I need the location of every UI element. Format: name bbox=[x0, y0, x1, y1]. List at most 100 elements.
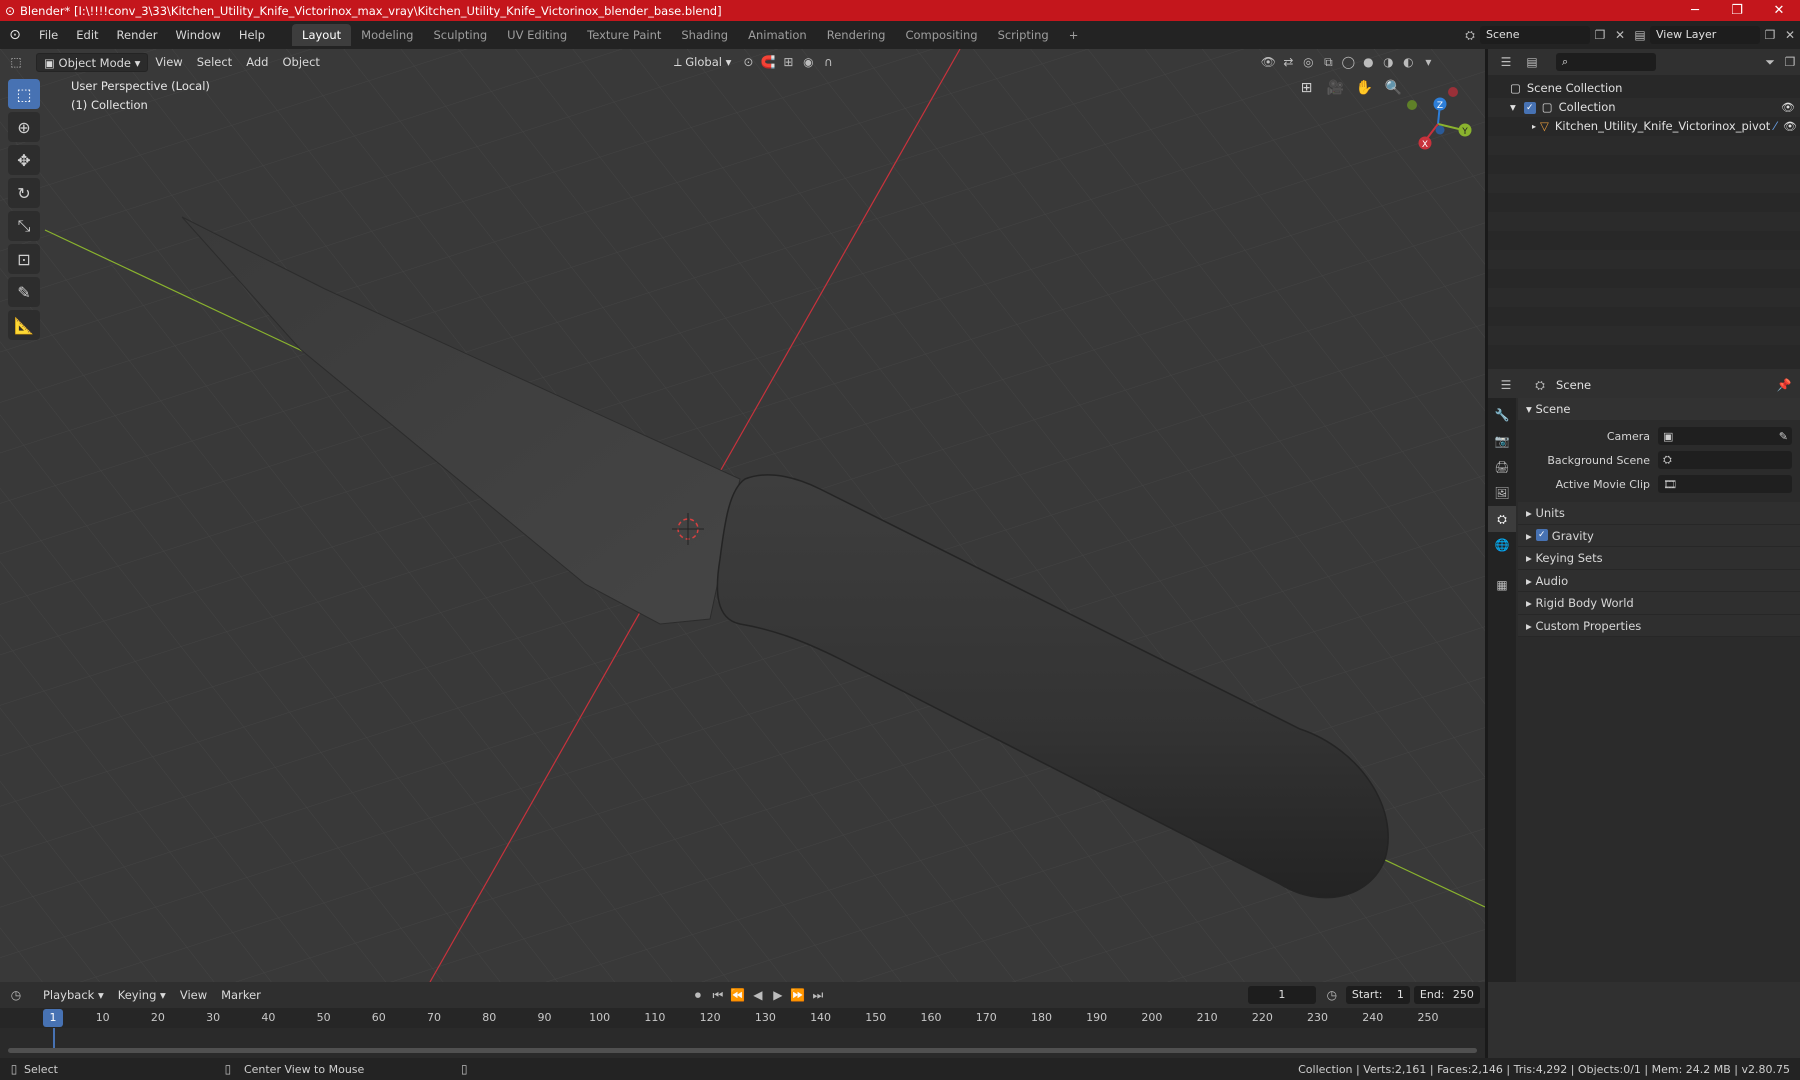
annotate-tool-icon[interactable]: ✎ bbox=[8, 277, 40, 307]
next-keyframe-icon[interactable]: ⏩ bbox=[788, 988, 808, 1002]
pivot-point-icon[interactable]: ⊙ bbox=[738, 55, 758, 69]
editor-type-icon[interactable]: ⬚ bbox=[6, 55, 26, 69]
transform-tool-icon[interactable]: ⊡ bbox=[8, 244, 40, 274]
pan-view-icon[interactable]: ✋ bbox=[1350, 80, 1379, 96]
viewport-menu-select[interactable]: Select bbox=[190, 53, 239, 72]
tab-shading[interactable]: Shading bbox=[671, 24, 738, 46]
jump-end-icon[interactable]: ⏭ bbox=[808, 988, 828, 1003]
keying-menu[interactable]: Keying ▾ bbox=[111, 986, 173, 1005]
tab-rendering[interactable]: Rendering bbox=[817, 24, 896, 46]
add-workspace-button[interactable]: + bbox=[1059, 24, 1089, 46]
current-frame-field[interactable]: 1 bbox=[1247, 986, 1316, 1004]
collection-checkbox[interactable]: ✓ bbox=[1523, 101, 1536, 114]
prev-keyframe-icon[interactable]: ⏪ bbox=[728, 988, 748, 1002]
gizmo-toggle-icon[interactable]: ⇄ bbox=[1278, 55, 1298, 69]
tab-uv-editing[interactable]: UV Editing bbox=[497, 24, 577, 46]
falloff-icon[interactable]: ∩ bbox=[818, 55, 838, 69]
play-reverse-icon[interactable]: ◀ bbox=[748, 988, 768, 1002]
collection-eye-icon[interactable]: 👁 bbox=[1776, 98, 1800, 117]
timeline-ruler[interactable]: 1 10 20 30 40 50 60 70 80 90 100 110 120 130 140 150 16… bbox=[0, 1008, 1485, 1028]
3d-viewport[interactable]: Z Y X ⬚ ▣ Object Mode ▾ View Select Add … bbox=[0, 49, 1485, 982]
solid-shading-icon[interactable]: ● bbox=[1358, 55, 1378, 69]
units-panel[interactable]: ▸ Units bbox=[1518, 502, 1800, 525]
tool-tab-icon[interactable]: 🔧 bbox=[1488, 402, 1516, 428]
shading-options-icon[interactable]: ▾ bbox=[1418, 55, 1438, 69]
perspective-toggle-icon[interactable]: ⊞ bbox=[1292, 80, 1321, 96]
delete-scene-icon[interactable]: ✕ bbox=[1610, 28, 1630, 42]
render-tab-icon[interactable]: 📷 bbox=[1488, 428, 1516, 454]
transform-orientation-dropdown[interactable]: ⟂ Global ▾ bbox=[667, 53, 738, 72]
marker-menu[interactable]: Marker bbox=[214, 986, 268, 1005]
record-icon[interactable]: ⏺ bbox=[688, 988, 708, 1003]
rendered-shading-icon[interactable]: ◐ bbox=[1398, 55, 1418, 69]
view-layer-field[interactable]: View Layer bbox=[1650, 26, 1760, 44]
new-view-layer-icon[interactable]: ❐ bbox=[1760, 28, 1780, 42]
xray-icon[interactable]: ⧉ bbox=[1318, 55, 1338, 70]
tab-compositing[interactable]: Compositing bbox=[895, 24, 987, 46]
end-frame-field[interactable]: End: 250 bbox=[1413, 986, 1480, 1004]
scene-field[interactable]: Scene bbox=[1480, 26, 1590, 44]
filter-icon[interactable]: ⏷ bbox=[1760, 55, 1780, 70]
material-shading-icon[interactable]: ◑ bbox=[1378, 55, 1398, 69]
visibility-icon[interactable]: 👁 bbox=[1258, 55, 1278, 69]
cursor-tool-icon[interactable]: ⊕ bbox=[8, 112, 40, 142]
output-tab-icon[interactable]: 🖨 bbox=[1488, 454, 1516, 480]
gravity-panel[interactable]: ▸ ✓ Gravity bbox=[1518, 524, 1800, 547]
object-mode-dropdown[interactable]: ▣ Object Mode ▾ bbox=[36, 52, 149, 72]
tab-animation[interactable]: Animation bbox=[738, 24, 817, 46]
select-box-tool-icon[interactable]: ⬚ bbox=[8, 79, 40, 109]
gravity-checkbox[interactable]: ✓ bbox=[1535, 529, 1548, 541]
tab-sculpting[interactable]: Sculpting bbox=[423, 24, 497, 46]
menu-file[interactable]: File bbox=[30, 24, 67, 46]
rotate-tool-icon[interactable]: ↻ bbox=[8, 178, 40, 208]
active-movie-clip-field[interactable]: 🎞 bbox=[1658, 475, 1792, 493]
wireframe-shading-icon[interactable]: ◯ bbox=[1338, 55, 1358, 69]
proportional-edit-icon[interactable]: ◉ bbox=[798, 55, 818, 69]
tab-texture-paint[interactable]: Texture Paint bbox=[577, 24, 671, 46]
new-scene-icon[interactable]: ❐ bbox=[1590, 28, 1610, 42]
overlay-toggle-icon[interactable]: ◎ bbox=[1298, 55, 1318, 69]
view-layer-tab-icon[interactable]: 🖼 bbox=[1488, 480, 1516, 506]
tab-scripting[interactable]: Scripting bbox=[988, 24, 1059, 46]
texture-tab-icon[interactable]: ▦ bbox=[1488, 572, 1516, 598]
jump-start-icon[interactable]: ⏮ bbox=[708, 988, 728, 1003]
pin-icon[interactable]: 📌 bbox=[1774, 378, 1794, 392]
scene-icon[interactable]: ⛭ bbox=[1460, 28, 1480, 43]
tab-modeling[interactable]: Modeling bbox=[351, 24, 423, 46]
display-mode-icon[interactable]: ▤ bbox=[1522, 55, 1542, 69]
world-tab-icon[interactable]: 🌐 bbox=[1488, 532, 1516, 558]
expand-arrow-icon[interactable]: ▸ bbox=[1532, 117, 1536, 136]
eyedropper-icon[interactable]: ✎ bbox=[1779, 430, 1788, 443]
blender-menu-icon[interactable]: ⊙ bbox=[0, 27, 30, 43]
snap-target-icon[interactable]: ⊞ bbox=[778, 55, 798, 69]
outliner-search-input[interactable]: ⌕ bbox=[1556, 53, 1656, 71]
audio-panel[interactable]: ▸ Audio bbox=[1518, 569, 1800, 592]
play-icon[interactable]: ▶ bbox=[768, 988, 788, 1002]
snap-icon[interactable]: 🧲 bbox=[758, 55, 778, 69]
menu-window[interactable]: Window bbox=[166, 24, 229, 46]
zoom-view-icon[interactable]: 🔍 bbox=[1379, 80, 1408, 96]
move-tool-icon[interactable]: ✥ bbox=[8, 145, 40, 175]
minimize-button[interactable]: ─ bbox=[1674, 3, 1716, 18]
outliner-row-scene-collection[interactable]: ▢ Scene Collection bbox=[1488, 79, 1800, 98]
expand-arrow-icon[interactable]: ▾ bbox=[1510, 98, 1516, 117]
menu-edit[interactable]: Edit bbox=[67, 24, 107, 46]
object-eye-icon[interactable]: 👁 bbox=[1780, 117, 1800, 136]
viewport-menu-add[interactable]: Add bbox=[239, 53, 275, 72]
rigid-body-world-panel[interactable]: ▸ Rigid Body World bbox=[1518, 592, 1800, 615]
properties-editor-icon[interactable]: ☰ bbox=[1496, 378, 1516, 392]
preview-range-icon[interactable]: ◷ bbox=[1322, 988, 1342, 1002]
tab-layout[interactable]: Layout bbox=[292, 24, 352, 46]
custom-properties-panel[interactable]: ▸ Custom Properties bbox=[1518, 614, 1800, 637]
timeline-track-area[interactable] bbox=[0, 1028, 1485, 1058]
timeline-scrollbar[interactable] bbox=[8, 1048, 1477, 1053]
camera-field[interactable]: ▣ ✎ bbox=[1658, 427, 1792, 445]
close-button[interactable]: ✕ bbox=[1758, 3, 1800, 18]
outliner-row-knife-object[interactable]: ▸ ▽ Kitchen_Utility_Knife_Victorinox_piv… bbox=[1488, 117, 1800, 136]
outliner-row-collection[interactable]: ▾ ✓ ▢ Collection 👁 bbox=[1488, 98, 1800, 117]
playback-menu[interactable]: Playback ▾ bbox=[36, 986, 111, 1005]
outliner-editor-icon[interactable]: ☰ bbox=[1496, 55, 1516, 69]
scene-panel-header[interactable]: ▾ Scene bbox=[1518, 398, 1800, 420]
camera-view-icon[interactable]: 🎥 bbox=[1321, 80, 1350, 96]
timeline-view-menu[interactable]: View bbox=[173, 986, 214, 1005]
